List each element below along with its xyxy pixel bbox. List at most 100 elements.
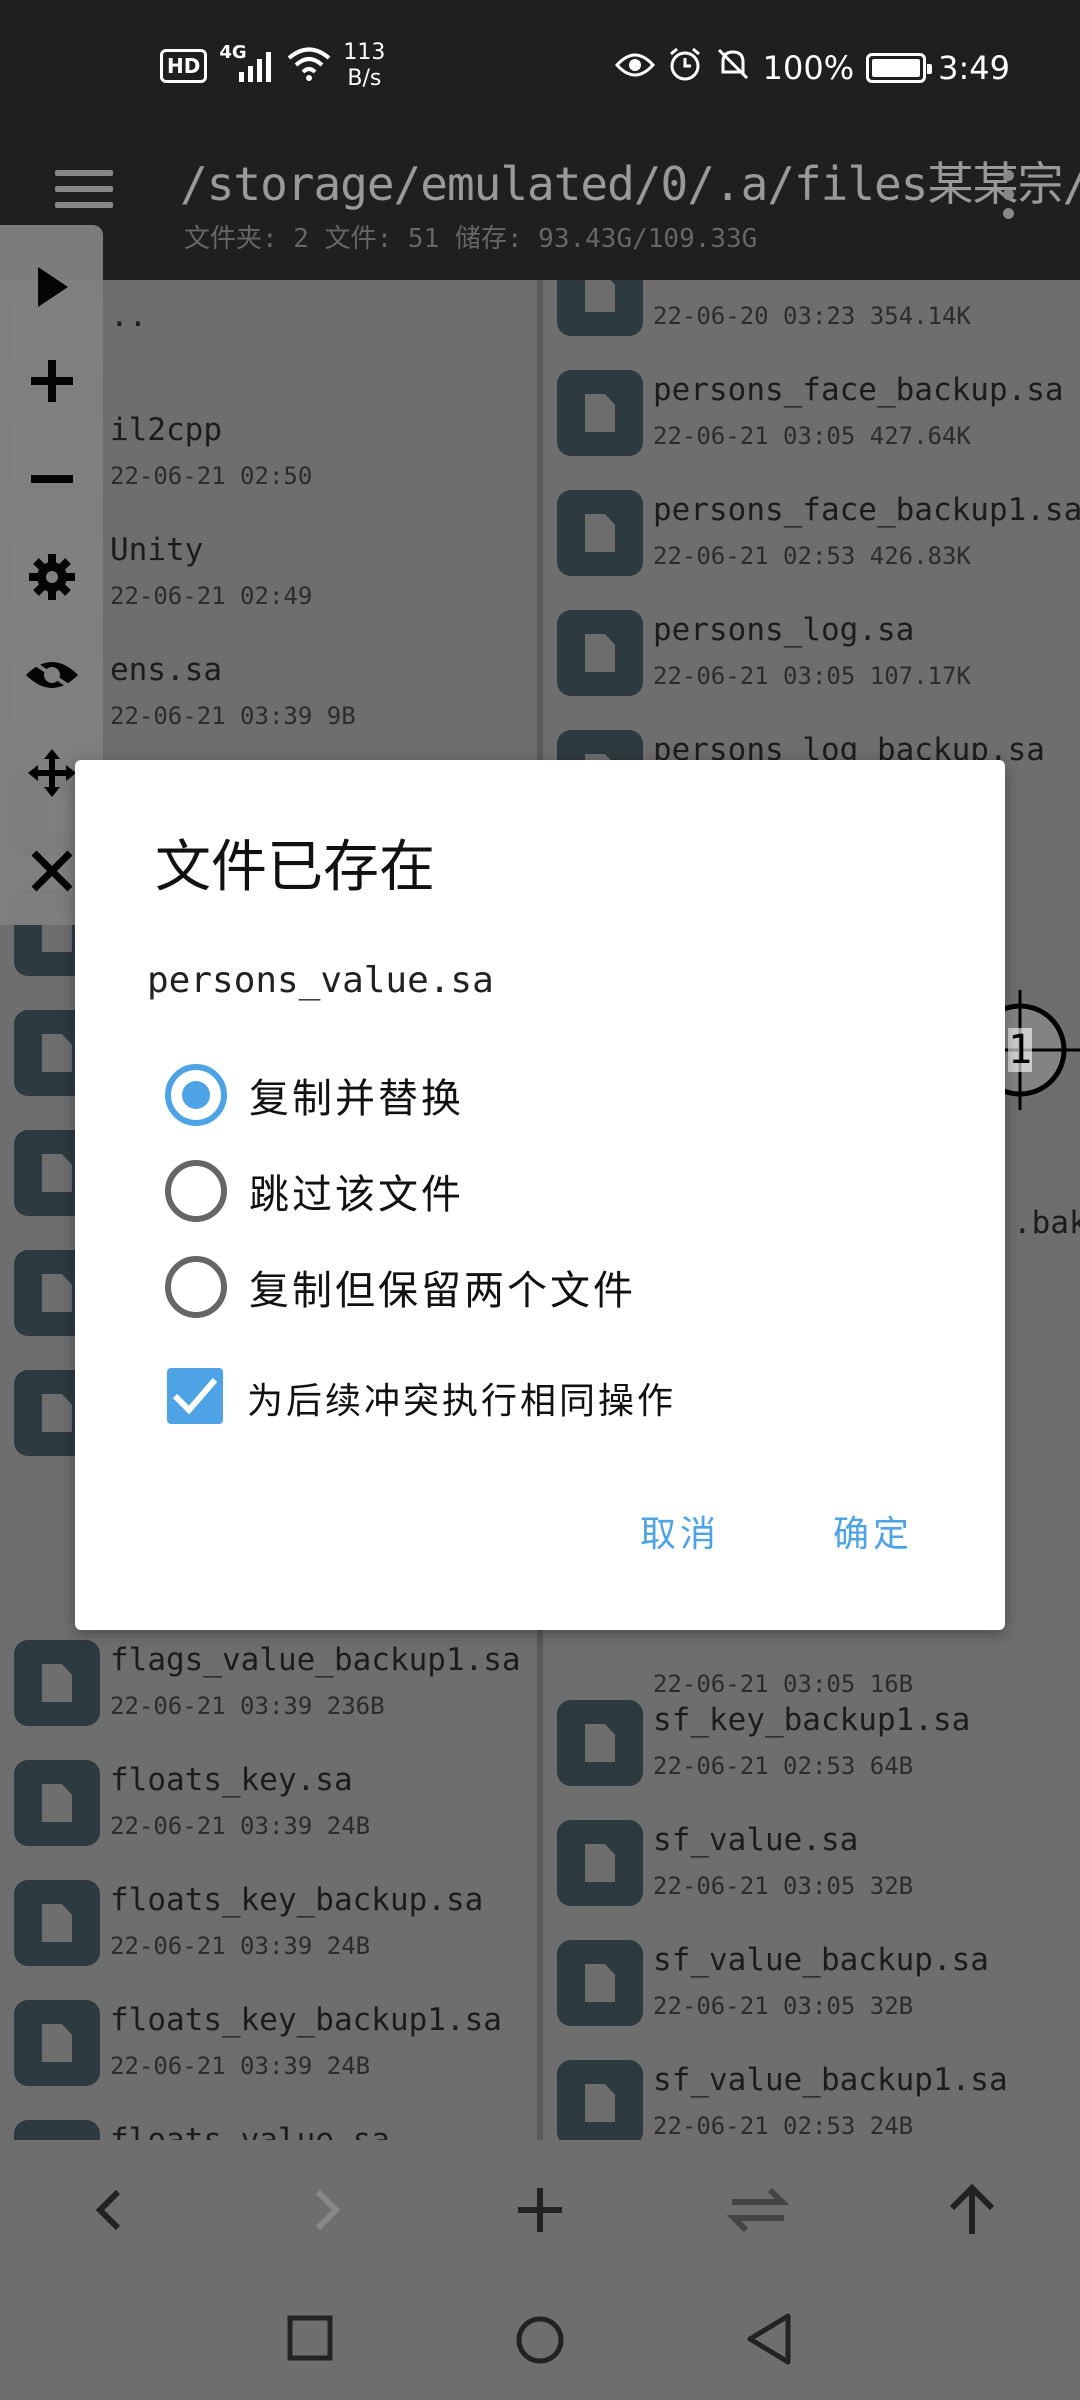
apply-to-all-label: 为后续冲突执行相同操作 — [247, 1381, 677, 1422]
list-item[interactable]: floats_key.sa 22-06-21 03:39 24B — [0, 1740, 537, 1860]
file-icon — [557, 610, 643, 696]
partial-file-name: .bak — [1013, 1205, 1080, 1241]
home-icon[interactable] — [514, 2314, 566, 2370]
forward-arrow-icon[interactable] — [296, 2180, 356, 2240]
file-name: persons_face_backup.sa — [653, 372, 1064, 408]
file-icon — [557, 490, 643, 576]
file-name: sf_key_backup1.sa — [653, 1702, 971, 1738]
gear-icon[interactable] — [18, 543, 86, 611]
clock: 3:49 — [938, 49, 1010, 87]
file-name: .. — [110, 298, 148, 334]
battery-icon — [866, 53, 933, 83]
file-name: il2cpp — [110, 412, 222, 448]
net-speed-unit: B/s — [347, 66, 382, 91]
list-item[interactable]: sf_value.sa 22-06-21 03:05 32B — [543, 1800, 1080, 1920]
list-item[interactable]: persons_face_backup.sa 22-06-21 03:05 42… — [543, 350, 1080, 470]
plus-icon[interactable] — [18, 347, 86, 415]
file-name: Unity — [110, 532, 204, 568]
file-name: sf_value.sa — [653, 1822, 859, 1858]
list-item[interactable]: flags_value_backup1.sa 22-06-21 03:39 23… — [0, 1620, 537, 1740]
option-keep-both[interactable]: 复制但保留两个文件 — [165, 1252, 636, 1322]
radio-unselected[interactable] — [165, 1256, 227, 1318]
file-icon — [14, 2120, 100, 2140]
current-path: /storage/emulated/0/.a/files某某宗/ — [180, 157, 1080, 211]
net-speed: 113 B/s — [343, 40, 385, 92]
status-bar: HD 4G 113 B/s 100% 3:49 — [0, 0, 1080, 135]
file-meta: 22-06-21 03:39 24B — [110, 1812, 371, 1840]
file-icon — [557, 1940, 643, 2026]
battery-percent: 100% — [762, 49, 855, 87]
eye-icon — [614, 49, 655, 87]
option-skip[interactable]: 跳过该文件 — [165, 1156, 464, 1226]
signal-icon: 4G — [219, 42, 275, 84]
list-item[interactable]: persons_log.sa 22-06-21 03:05 107.17K — [543, 590, 1080, 710]
file-name: sf_value_backup1.sa — [653, 2062, 1008, 2098]
file-meta: 22-06-21 03:39 9B — [110, 702, 356, 730]
list-item[interactable]: sf_value_backup.sa 22-06-21 03:05 32B — [543, 1920, 1080, 2040]
file-meta: 22-06-21 02:50 — [110, 462, 313, 490]
file-exists-dialog: 文件已存在 persons_value.sa 复制并替换 跳过该文件 复制但保留… — [75, 760, 1005, 1630]
option-label: 复制但保留两个文件 — [249, 1268, 636, 1314]
file-meta: 22-06-21 03:39 236B — [110, 1692, 385, 1720]
list-item[interactable]: floats_key_backup.sa 22-06-21 03:39 24B — [0, 1860, 537, 1980]
file-icon — [557, 370, 643, 456]
file-meta: 22-06-21 03:39 24B — [110, 2052, 371, 2080]
system-back-icon[interactable] — [744, 2312, 794, 2370]
system-nav-bar — [0, 2280, 1080, 2400]
option-copy-replace[interactable]: 复制并替换 — [165, 1060, 464, 1130]
file-name: ens.sa — [110, 652, 222, 688]
file-name: floats_key.sa — [110, 1762, 353, 1798]
file-name: sf_value_backup.sa — [653, 1942, 989, 1978]
up-arrow-icon[interactable] — [942, 2180, 1002, 2240]
ok-button[interactable]: 确定 — [833, 1505, 913, 1557]
back-arrow-icon[interactable] — [80, 2180, 140, 2240]
list-item[interactable]: floats_key_backup1.sa 22-06-21 03:39 24B — [0, 1980, 537, 2100]
file-icon — [557, 280, 643, 336]
file-meta: 22-06-21 03:05 427.64K — [653, 422, 971, 450]
file-meta: 22-06-21 03:05 32B — [653, 1992, 914, 2020]
radio-unselected[interactable] — [165, 1160, 227, 1222]
file-meta: 22-06-20 03:23 354.14K — [653, 302, 971, 330]
list-item[interactable]: floats_value.sa — [0, 2100, 537, 2140]
storage-stats: 文件夹: 2 文件: 51 储存: 93.43G/109.33G — [184, 224, 758, 254]
check-icon — [172, 1378, 218, 1415]
list-item[interactable]: sf_key_backup1.sa 22-06-21 02:53 64B — [543, 1680, 1080, 1800]
file-meta: 22-06-21 02:49 — [110, 582, 313, 610]
wifi-icon — [287, 47, 331, 85]
list-item[interactable]: 22-06-20 03:23 354.14K — [543, 280, 1080, 350]
file-icon — [14, 1760, 100, 1846]
file-name: floats_value.sa — [110, 2122, 390, 2140]
mute-icon — [715, 46, 751, 90]
file-meta: 22-06-21 03:39 24B — [110, 1932, 371, 1960]
file-icon — [557, 1820, 643, 1906]
hd-indicator: HD — [160, 49, 208, 83]
file-icon — [557, 2060, 643, 2140]
option-label: 跳过该文件 — [249, 1172, 464, 1218]
alarm-icon — [667, 46, 703, 90]
add-icon[interactable] — [510, 2180, 570, 2240]
hide-eye-icon[interactable] — [18, 641, 86, 709]
file-icon — [14, 2000, 100, 2086]
net-speed-value: 113 — [343, 40, 386, 65]
file-name: persons_log.sa — [653, 612, 915, 648]
minus-icon[interactable] — [18, 445, 86, 513]
dialog-title: 文件已存在 — [155, 835, 435, 900]
file-name: floats_key_backup.sa — [110, 1882, 484, 1918]
menu-icon[interactable] — [55, 170, 113, 216]
cancel-button[interactable]: 取消 — [640, 1505, 720, 1557]
swap-panes-icon[interactable] — [726, 2180, 790, 2240]
file-meta: 22-06-21 03:05 32B — [653, 1872, 914, 1900]
file-icon — [14, 1880, 100, 1966]
list-item[interactable]: persons_face_backup1.sa 22-06-21 02:53 4… — [543, 470, 1080, 590]
file-meta: 22-06-21 02:53 426.83K — [653, 542, 971, 570]
apply-to-all-checkbox[interactable] — [167, 1368, 223, 1424]
recents-icon[interactable] — [286, 2314, 334, 2366]
file-name: floats_key_backup1.sa — [110, 2002, 502, 2038]
file-meta: 22-06-21 02:53 24B — [653, 2112, 914, 2140]
more-options-icon[interactable] — [998, 170, 1018, 224]
file-icon — [557, 1700, 643, 1786]
radio-selected[interactable] — [165, 1064, 227, 1126]
play-icon[interactable] — [18, 253, 86, 321]
list-item[interactable]: sf_value_backup1.sa 22-06-21 02:53 24B — [543, 2040, 1080, 2140]
conflict-file-name: persons_value.sa — [147, 960, 494, 1001]
